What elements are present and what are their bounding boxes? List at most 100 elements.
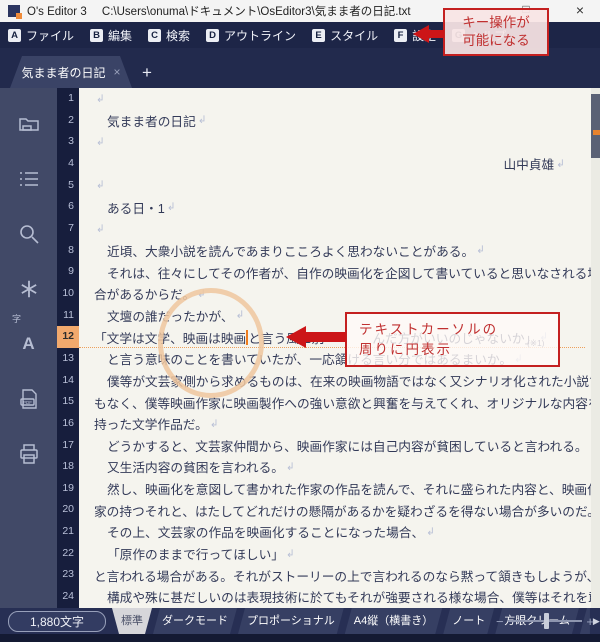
line-text: 僕等が文芸家側から求めるものは、在来の映画物語ではなく又シナリオ化された小説で xyxy=(107,371,591,390)
text-line[interactable]: 合があるからだ。↲ xyxy=(79,283,591,305)
text-line[interactable]: もなく、僕等映画作家に映画製作への強い意欲と興奮を与えてくれ、オリジナルな内容を xyxy=(79,391,591,413)
menu-item-A[interactable]: Aファイル xyxy=(8,27,74,44)
preset-tab-標準[interactable]: 標準 xyxy=(112,608,152,634)
text-line[interactable]: 気まま者の日記↲ xyxy=(79,110,591,132)
print-icon[interactable] xyxy=(0,426,57,481)
text-line[interactable]: 構成や殊に甚だしいのは表現技術に於てもそれが強要される様な場合、僕等はそれを敢然 xyxy=(79,586,591,608)
line-text: それは、往々にしてその作者が、自作の映画化を企図して書いていると思いなされる場 xyxy=(107,263,591,282)
return-mark: ↲ xyxy=(286,548,295,560)
menu-item-D[interactable]: D アウトライン xyxy=(206,27,296,44)
text-line[interactable]: 山中貞雄↲ xyxy=(79,153,591,175)
preset-tab-A4縦（横書き）[interactable]: A4縦（横書き） xyxy=(345,608,442,634)
line-number: 2 xyxy=(57,110,79,132)
new-tab-button[interactable]: + xyxy=(142,63,152,83)
menu-item-label: 編集 xyxy=(108,27,132,44)
character-count-badge: 1,880文字 xyxy=(8,611,106,632)
window-bottom-strip xyxy=(0,634,600,642)
return-mark: ↲ xyxy=(556,158,565,170)
return-mark: ↲ xyxy=(236,309,245,321)
line-text: 文壇の誰だったかが、 xyxy=(107,306,234,325)
text-line[interactable]: ある日・1↲ xyxy=(79,196,591,218)
shortcut-key-badge: D xyxy=(206,29,219,42)
line-text: 持った文学作品だ。 xyxy=(94,414,208,433)
text-line[interactable]: ↲ xyxy=(79,175,591,197)
line-text: 合があるからだ。 xyxy=(94,284,195,303)
pdf-export-icon[interactable]: PDF xyxy=(0,371,57,426)
line-number: 9 xyxy=(57,261,79,283)
line-number: 1 xyxy=(57,88,79,110)
text-line[interactable]: 然し、映画化を意図して書かれた作家の作品を読んで、それに盛られた内容と、映画作 xyxy=(79,478,591,500)
app-name: O's Editor 3 xyxy=(27,6,87,18)
preset-tab-プロポーショナル[interactable]: プロポーショナル xyxy=(238,608,344,634)
line-text: と言われる場合がある。それがストーリーの上で言われるのなら黙って頷きもしようが、 xyxy=(94,566,591,585)
return-mark: ↲ xyxy=(167,201,176,213)
return-mark: ↲ xyxy=(426,526,435,538)
text-line[interactable]: 又生活内容の貧困を言われる。↲ xyxy=(79,456,591,478)
text-line[interactable]: ↲ xyxy=(79,88,591,110)
line-number: 23 xyxy=(57,564,79,586)
app-window: O's Editor 3 C:\Users\onuma\ドキュメント\OsEdi… xyxy=(0,0,600,642)
zoom-slider[interactable]: − + xyxy=(496,608,594,634)
preset-tab-ダークモード[interactable]: ダークモード xyxy=(153,608,237,634)
outline-list-icon[interactable] xyxy=(0,151,57,206)
return-mark: ↲ xyxy=(286,461,295,473)
text-line[interactable]: 家の持つそれと、はたしてどれだけの懸隔があるかを疑わざるを得ない場合が多いのだ。 xyxy=(79,499,591,521)
asterisk-icon[interactable] xyxy=(0,261,57,316)
text-line[interactable]: 「原作のままで行ってほしい」↲ xyxy=(79,543,591,565)
return-mark: ↲ xyxy=(96,179,105,191)
zoom-out-icon[interactable]: − xyxy=(496,614,504,629)
shortcut-key-badge: F xyxy=(394,29,407,42)
line-number: 5 xyxy=(57,175,79,197)
text-line[interactable]: ↲ xyxy=(79,131,591,153)
document-tab[interactable]: 気まま者の日記 × xyxy=(10,56,132,88)
line-text: どうかすると、文芸家仲間から、映画作家には自己内容が貧困していると言われる。 xyxy=(107,436,588,455)
line-number: 22 xyxy=(57,543,79,565)
return-mark: ↲ xyxy=(476,244,485,256)
text-line[interactable]: どうかすると、文芸家仲間から、映画作家には自己内容が貧困していると言われる。↲ xyxy=(79,435,591,457)
line-number: 7 xyxy=(57,218,79,240)
menu-item-E[interactable]: Eスタイル xyxy=(312,27,378,44)
line-number: 13 xyxy=(57,348,79,370)
text-line[interactable]: それは、往々にしてその作者が、自作の映画化を企図して書いていると思いなされる場 xyxy=(79,261,591,283)
zoom-slider-track[interactable] xyxy=(508,620,583,622)
shortcut-key-badge: C xyxy=(148,29,161,42)
line-number: 15 xyxy=(57,391,79,413)
menu-item-B[interactable]: B 編集 xyxy=(90,27,132,44)
svg-text:PDF: PDF xyxy=(23,400,32,405)
callout-text: キー操作が xyxy=(462,14,530,32)
vertical-scrollbar[interactable] xyxy=(591,88,600,608)
line-number: 11 xyxy=(57,305,79,327)
menu-item-label: アウトライン xyxy=(224,27,296,44)
menu-item-label: 検索 xyxy=(166,27,190,44)
status-bar: 1,880文字 標準ダークモードプロポーショナルA4縦（横書き）ノート方眼クリー… xyxy=(0,608,600,634)
line-number: 20 xyxy=(57,499,79,521)
scrollbar-thumb[interactable] xyxy=(591,94,600,158)
zoom-slider-thumb[interactable] xyxy=(544,613,549,629)
text-line[interactable]: と言われる場合がある。それがストーリーの上で言われるのなら黙って頷きもしようが、 xyxy=(79,564,591,586)
callout-text: テキストカーソルの xyxy=(359,320,558,340)
tab-close-icon[interactable]: × xyxy=(114,65,121,79)
text-line[interactable]: ↲ xyxy=(79,218,591,240)
menu-item-C[interactable]: C 検索 xyxy=(148,27,190,44)
text-line[interactable]: その上、文芸家の作品を映画化することになった場合、↲ xyxy=(79,521,591,543)
line-number: 14 xyxy=(57,370,79,392)
return-mark: ↲ xyxy=(96,136,105,148)
search-icon[interactable] xyxy=(0,206,57,261)
line-number: 10 xyxy=(57,283,79,305)
text-line[interactable]: 近頃、大衆小説を読んであまりこころよく思わないことがある。↲ xyxy=(79,240,591,262)
app-icon xyxy=(8,5,20,17)
text-line[interactable]: 持った文学作品だ。↲ xyxy=(79,413,591,435)
line-number: 16 xyxy=(57,413,79,435)
folder-icon[interactable] xyxy=(0,96,57,151)
close-button[interactable]: × xyxy=(572,2,588,18)
preset-tab-ノート[interactable]: ノート xyxy=(443,608,494,634)
zoom-in-icon[interactable]: + xyxy=(586,614,594,629)
font-character-icon[interactable]: A字 xyxy=(0,316,57,371)
text-line[interactable]: 僕等が文芸家側から求めるものは、在来の映画物語ではなく又シナリオ化された小説で xyxy=(79,370,591,392)
shortcut-key-badge: B xyxy=(90,29,103,42)
window-title: O's Editor 3 C:\Users\onuma\ドキュメント\OsEdi… xyxy=(27,3,411,19)
line-number: 3 xyxy=(57,131,79,153)
menu-item-label: ファイル xyxy=(26,27,74,44)
return-mark: ↲ xyxy=(197,288,206,300)
file-path: C:\Users\onuma\ドキュメント\OsEditor3\気まま者の日記.… xyxy=(102,6,411,18)
